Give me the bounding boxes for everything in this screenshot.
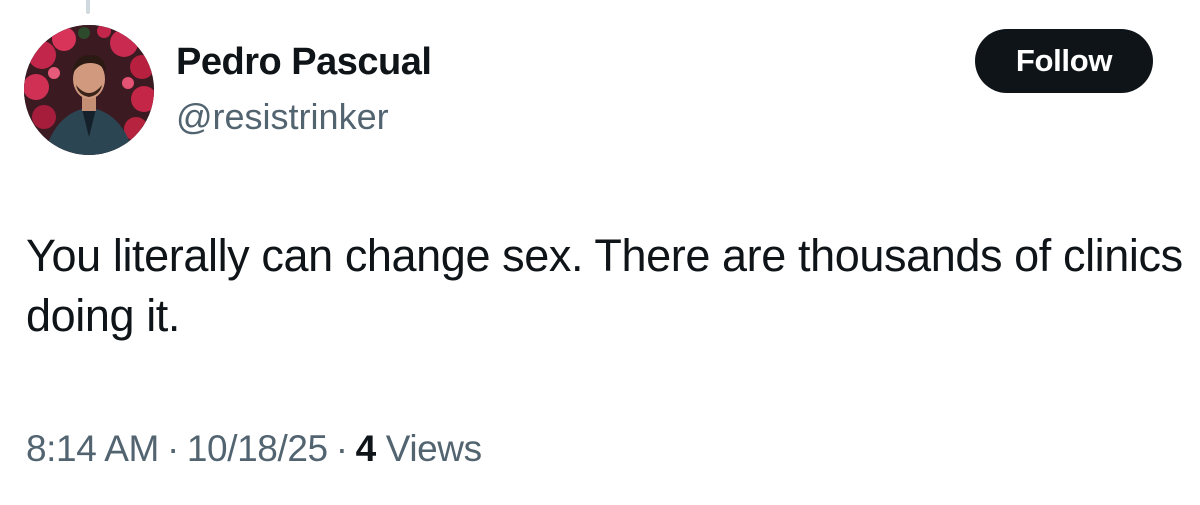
tweet-text: You literally can change sex. There are …	[26, 230, 1183, 341]
tweet-date[interactable]: 10/18/25	[187, 428, 328, 469]
meta-separator: ·	[166, 428, 179, 469]
follow-button[interactable]: Follow	[975, 29, 1153, 93]
views-count[interactable]: 4	[356, 428, 377, 469]
tweet-time[interactable]: 8:14 AM	[26, 428, 159, 469]
tweet-meta: 8:14 AM · 10/18/25 · 4 Views	[26, 424, 482, 474]
author-display-name[interactable]: Pedro Pascual	[176, 38, 432, 86]
views-label[interactable]: Views	[386, 428, 482, 469]
meta-separator: ·	[335, 428, 348, 469]
avatar[interactable]	[24, 25, 154, 155]
thread-connector-line	[86, 0, 90, 14]
author-handle[interactable]: @resistrinker	[176, 94, 389, 140]
avatar-photo	[24, 25, 154, 155]
